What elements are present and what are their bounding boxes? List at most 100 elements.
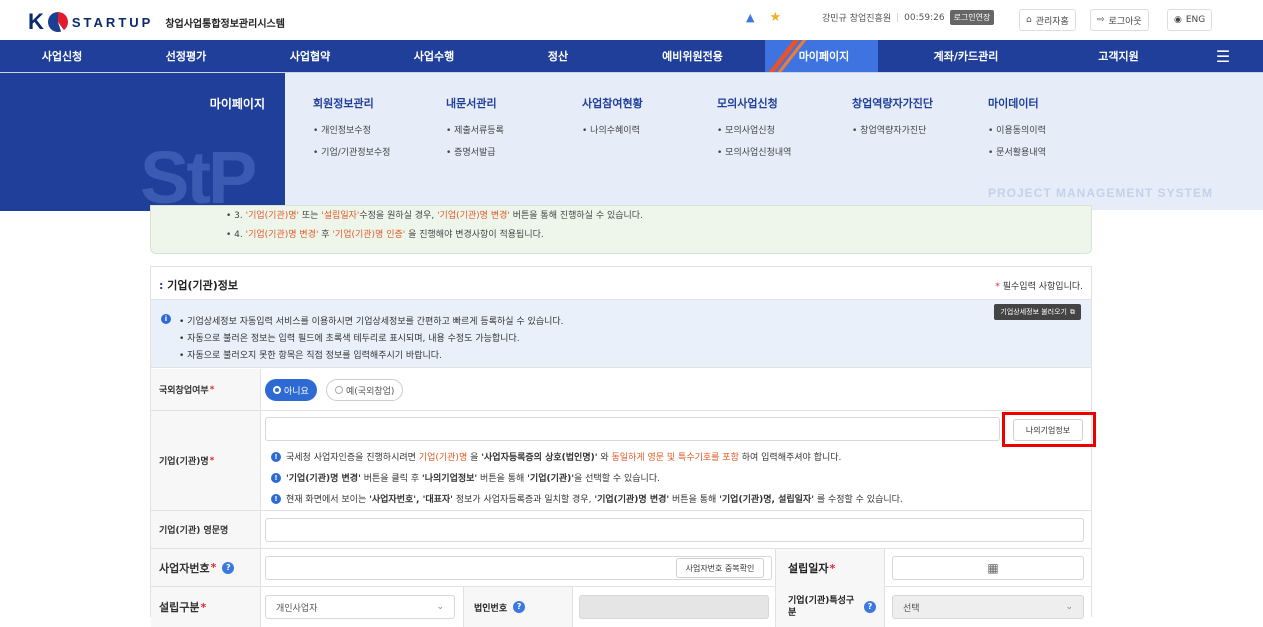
overseas-no-label: 아니요 (284, 386, 309, 397)
help-icon[interactable]: ? (222, 561, 235, 574)
nav-item-apply[interactable]: 사업신청 (0, 40, 124, 72)
system-name: 창업사업통합정보관리시스템 (165, 18, 285, 30)
admin-home-label: 관리자홈 (1035, 16, 1069, 27)
mega-link-label: 증명서발급 (454, 148, 496, 158)
mega-link[interactable]: • 제출서류등록 (446, 123, 504, 136)
top-bar: K STARTUP 창업사업통합정보관리시스템 ▲ ★ 강민규 창업진흥원 | … (0, 0, 1263, 40)
overseas-no-radio[interactable]: 아니요 (265, 379, 317, 401)
mega-link-label: 나의수혜이력 (590, 126, 640, 136)
mega-link[interactable]: • 개인정보수정 (313, 123, 390, 136)
mega-link[interactable]: • 나의수혜이력 (582, 123, 643, 136)
mega-link-label: 이용동의이력 (996, 126, 1046, 136)
logo[interactable]: K STARTUP 창업사업통합정보관리시스템 (28, 9, 285, 35)
chevron-down-icon: ⌄ (1065, 602, 1073, 612)
form-row-english-name: 기업(기관) 영문명 (151, 511, 1091, 549)
bizno-duplicate-check-button[interactable]: 사업자번호 중복확인 (676, 558, 764, 578)
feature-select[interactable]: 선택 ⌄ (892, 595, 1084, 619)
nav-item-evaluation[interactable]: 선정평가 (124, 40, 248, 72)
logo-mark-icon (47, 12, 68, 32)
section-header: : 기업(기관)정보 * 필수입력 사항입니다. (151, 267, 1091, 300)
main-nav: 사업신청 선정평가 사업협약 사업수행 정산 예비위원전용 마이페이지 계좌/카… (0, 40, 1263, 72)
company-note-3: ! 현재 화면에서 보이는 '사업자번호', '대표자' 정보가 사업자등록증과 … (271, 492, 903, 505)
bizno-check-label: 사업자번호 중복확인 (685, 563, 755, 573)
load-company-detail-button[interactable]: 기업상세정보 불러오기 ⧉ (994, 304, 1081, 320)
auto-info-box: i • 기업상세정보 자동입력 서비스를 이용하시면 기업상세정보를 간편하고 … (151, 300, 1091, 368)
mega-col-mock: 모의사업신청 • 모의사업신청 • 모의사업신청내역 (717, 95, 791, 167)
type-label: 설립구분 * (151, 587, 261, 627)
mega-title: 마이페이지 (209, 97, 265, 111)
mega-menu-left: StP 마이페이지 (0, 73, 285, 211)
form-row-type: 설립구분 * 개인사업자 ⌄ 법인번호? 기업(기관)특성구분? 선택 ⌄ (151, 587, 1091, 627)
nav-item-settlement[interactable]: 정산 (496, 40, 620, 72)
mega-col-diagnosis: 창업역량자가진단 • 창업역량자가진단 (852, 95, 933, 145)
mega-col-title[interactable]: 마이데이터 (988, 95, 1046, 111)
mega-col-participation: 사업참여현황 • 나의수혜이력 (582, 95, 643, 145)
notice-box: • 3. '기업(기관)명' 또는 '설립일자'수정을 원하실 경우, '기업(… (150, 205, 1092, 254)
english-name-input[interactable] (265, 518, 1084, 542)
company-name-input[interactable] (265, 417, 1000, 441)
mega-col-title[interactable]: 모의사업신청 (717, 95, 791, 111)
founded-date-input[interactable]: ▦ (892, 556, 1084, 580)
mega-link[interactable]: • 이용동의이력 (988, 123, 1046, 136)
nav-item-agreement[interactable]: 사업협약 (248, 40, 372, 72)
mega-link-label: 기업/기관정보수정 (321, 148, 391, 158)
home-icon: ⌂ (1026, 15, 1032, 25)
info-icon: ! (271, 493, 281, 504)
company-name-label: 기업(기관)명 * (151, 411, 261, 510)
hamburger-menu-icon[interactable]: ☰ (1183, 40, 1263, 72)
feature-select-value: 선택 (903, 603, 920, 614)
language-label: ENG (1185, 15, 1206, 25)
type-select-value: 개인사업자 (276, 603, 318, 614)
corpno-input[interactable] (579, 595, 769, 619)
info-icon: ! (271, 472, 281, 483)
mega-col-title[interactable]: 내문서관리 (446, 95, 504, 111)
info-icon: ! (271, 451, 281, 462)
mega-link[interactable]: • 모의사업신청 (717, 123, 791, 136)
feature-label: 기업(기관)특성구분? (775, 587, 885, 627)
mega-link[interactable]: • 증명서발급 (446, 145, 504, 158)
company-note-1: ! 국세청 사업자인증을 진행하시려면 기업(기관)명 을 '사업자등록증의 상호… (271, 450, 841, 463)
mega-link-label: 개인정보수정 (321, 126, 371, 136)
my-company-info-button[interactable]: 나의기업정보 (1013, 419, 1083, 441)
admin-home-button[interactable]: ⌂ 관리자홈 (1019, 9, 1076, 31)
type-select[interactable]: 개인사업자 ⌄ (265, 595, 455, 619)
logo-text: STARTUP (71, 14, 154, 30)
help-icon[interactable]: ? (864, 601, 876, 613)
nav-item-account[interactable]: 계좌/카드관리 (878, 40, 1054, 72)
notice-line-4: • 4. '기업(기관)명 변경' 후 '기업(기관)명 인증' 을 진행해야 … (226, 230, 544, 240)
util-icons: ▲ ★ (746, 10, 781, 25)
mega-link-label: 모의사업신청 (725, 126, 775, 136)
my-company-info-label: 나의기업정보 (1025, 425, 1071, 435)
mega-link-label: 문서활용내역 (996, 148, 1046, 158)
language-button[interactable]: ◉ ENG (1167, 9, 1213, 31)
session-info: 강민규 창업진흥원 | 00:59:26 로그인연장 (822, 10, 995, 25)
globe-icon: ◉ (1174, 15, 1182, 25)
overseas-yes-radio[interactable]: 예(국외창업) (326, 379, 404, 401)
founded-date-label: 설립일자 * (775, 549, 885, 587)
extend-login-button[interactable]: 로그인연장 (949, 10, 995, 25)
radio-checked-icon (273, 386, 281, 394)
mega-link[interactable]: • 기업/기관정보수정 (313, 145, 390, 158)
company-info-section: : 기업(기관)정보 * 필수입력 사항입니다. i • 기업상세정보 자동입력… (150, 266, 1096, 627)
info-icon: i (161, 314, 171, 324)
mega-col-title[interactable]: 회원정보관리 (313, 95, 390, 111)
mega-link[interactable]: • 창업역량자가진단 (852, 123, 933, 136)
mega-tagline: PROJECT MANAGEMENT SYSTEM (987, 186, 1213, 200)
logout-button[interactable]: ⇨ 로그아웃 (1090, 9, 1149, 31)
star-icon[interactable]: ★ (769, 10, 781, 25)
auto-info-line: • 자동으로 불러온 정보는 입력 필드에 초록색 테두리로 표시되며, 내용 … (179, 334, 520, 344)
mega-col-title[interactable]: 창업역량자가진단 (852, 95, 933, 111)
mega-link[interactable]: • 문서활용내역 (988, 145, 1046, 158)
help-icon[interactable]: ? (513, 601, 526, 613)
calendar-icon[interactable]: ▦ (987, 561, 998, 575)
nav-item-support[interactable]: 고객지원 (1054, 40, 1183, 72)
nav-item-reserve[interactable]: 예비위원전용 (620, 40, 765, 72)
rocket-icon[interactable]: ▲ (746, 11, 754, 24)
nav-item-execution[interactable]: 사업수행 (372, 40, 496, 72)
mega-col-title[interactable]: 사업참여현황 (582, 95, 643, 111)
radio-unchecked-icon (335, 386, 343, 394)
load-button-label: 기업상세정보 불러오기 (1000, 308, 1067, 316)
auto-info-line: • 기업상세정보 자동입력 서비스를 이용하시면 기업상세정보를 간편하고 빠르… (179, 317, 564, 327)
logo-k: K (28, 9, 44, 34)
mega-link[interactable]: • 모의사업신청내역 (717, 145, 791, 158)
